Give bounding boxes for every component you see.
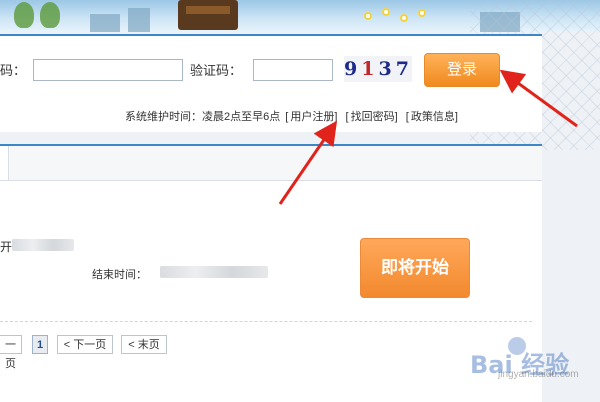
next-page-button[interactable]: < 下一页 [57, 335, 113, 354]
event-title: 开 [0, 240, 13, 254]
username-label: 码： [0, 63, 27, 78]
watermark-url: jingyan.baidu.com [498, 369, 579, 380]
forgot-password-link[interactable]: 找回密码 [351, 111, 395, 123]
bench-image [178, 0, 238, 30]
username-input[interactable] [33, 59, 183, 81]
end-time-label: 结束时间： [92, 269, 147, 281]
maintenance-text: 系统维护时间：凌晨2点至早6点 [125, 111, 281, 123]
start-soon-button[interactable]: 即将开始 [360, 238, 470, 298]
policy-link[interactable]: 政策信息 [411, 111, 455, 123]
redacted-title [12, 239, 74, 251]
bench-seat [186, 6, 230, 14]
captcha-label: 验证码： [190, 63, 243, 78]
tree-decoration [14, 2, 34, 28]
captcha-input[interactable] [253, 59, 333, 81]
tree-decoration [40, 2, 60, 28]
login-panel: 码： 验证码： 9137 登录 系统维护时间：凌晨2点至早6点 [用户注册] [… [0, 34, 542, 132]
tab-bar [0, 146, 542, 181]
links-row: 系统维护时间：凌晨2点至早6点 [用户注册] [找回密码] [政策信息] [125, 111, 458, 123]
dashed-divider [0, 321, 532, 322]
current-page[interactable]: 1 [32, 335, 48, 354]
building-decoration [90, 14, 120, 32]
captcha-image[interactable]: 9137 [344, 56, 412, 82]
baidu-watermark: Bai 经验 jingyan.baidu.com [470, 337, 600, 400]
register-link[interactable]: 用户注册 [290, 111, 334, 123]
redacted-end-time [160, 266, 268, 278]
flowers-decoration [360, 6, 440, 26]
content-panel: 开 结束时间： 即将开始 一页 1 < 下一页 < 末页 [0, 144, 542, 402]
tab-divider [0, 146, 9, 180]
login-button[interactable]: 登录 [424, 53, 500, 87]
prev-page-button[interactable]: 一页 [0, 335, 22, 370]
last-page-button[interactable]: < 末页 [121, 335, 167, 354]
building-decoration [128, 8, 150, 32]
